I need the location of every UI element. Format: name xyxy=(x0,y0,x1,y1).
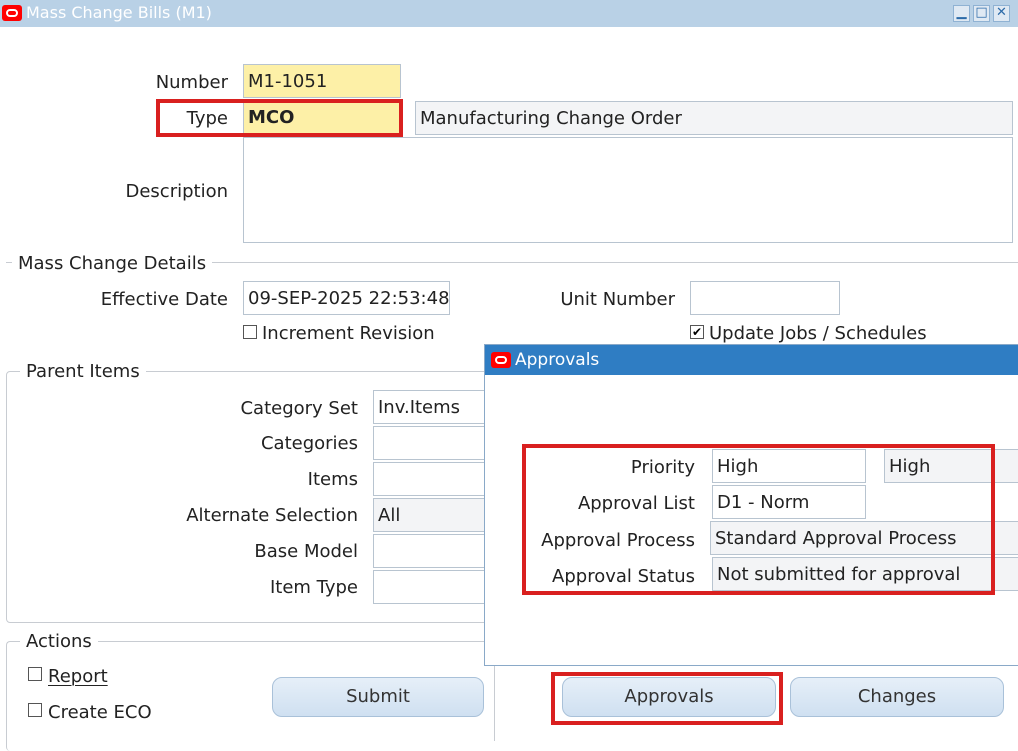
update-jobs-label: Update Jobs / Schedules xyxy=(709,323,927,344)
approvals-dialog-title: Approvals xyxy=(515,350,600,370)
oracle-logo-icon xyxy=(491,352,511,368)
parent-items-title: Parent Items xyxy=(20,361,146,382)
window-title: Mass Change Bills (M1) xyxy=(26,3,212,22)
approvals-fields-highlight-box xyxy=(522,444,995,595)
create-eco-label: Create ECO xyxy=(48,702,152,723)
type-highlight-box xyxy=(156,99,403,137)
base-model-label: Base Model xyxy=(254,541,358,562)
update-jobs-checkbox[interactable]: ✔ xyxy=(690,325,704,339)
actions-title: Actions xyxy=(20,631,98,652)
mass-change-details-title: Mass Change Details xyxy=(12,253,213,274)
approvals-dialog: Approvals Priority High High Approval Li… xyxy=(484,344,1018,666)
unit-number-label: Unit Number xyxy=(560,289,675,310)
minimize-icon[interactable]: ▁ xyxy=(953,5,970,22)
category-set-label: Category Set xyxy=(240,398,358,419)
unit-number-field[interactable] xyxy=(690,281,840,315)
description-label: Description xyxy=(125,181,228,202)
item-type-label: Item Type xyxy=(269,577,358,598)
effective-date-field[interactable]: 09-SEP-2025 22:53:48 xyxy=(243,281,450,315)
increment-revision-checkbox[interactable] xyxy=(243,325,257,339)
report-label: Report xyxy=(48,666,108,687)
changes-button[interactable]: Changes xyxy=(790,677,1004,717)
categories-label: Categories xyxy=(260,433,358,454)
items-label: Items xyxy=(307,469,358,490)
close-icon[interactable]: ✕ xyxy=(993,5,1010,22)
window-titlebar: Mass Change Bills (M1) ▁ □ ✕ xyxy=(0,0,1018,27)
report-checkbox[interactable] xyxy=(28,667,42,681)
description-field[interactable] xyxy=(243,137,1013,243)
maximize-icon[interactable]: □ xyxy=(973,5,990,22)
create-eco-checkbox[interactable] xyxy=(28,703,42,717)
approvals-button-highlight-box xyxy=(551,672,783,725)
approvals-dialog-titlebar: Approvals xyxy=(485,345,1018,375)
number-label: Number xyxy=(155,72,228,93)
alternate-selection-label: Alternate Selection xyxy=(186,505,358,526)
type-description-field: Manufacturing Change Order xyxy=(415,101,1013,135)
effective-date-label: Effective Date xyxy=(100,289,228,310)
oracle-logo-icon xyxy=(2,5,22,21)
submit-button[interactable]: Submit xyxy=(272,677,484,717)
increment-revision-label: Increment Revision xyxy=(262,323,435,344)
number-field[interactable]: M1-1051 xyxy=(243,64,401,98)
